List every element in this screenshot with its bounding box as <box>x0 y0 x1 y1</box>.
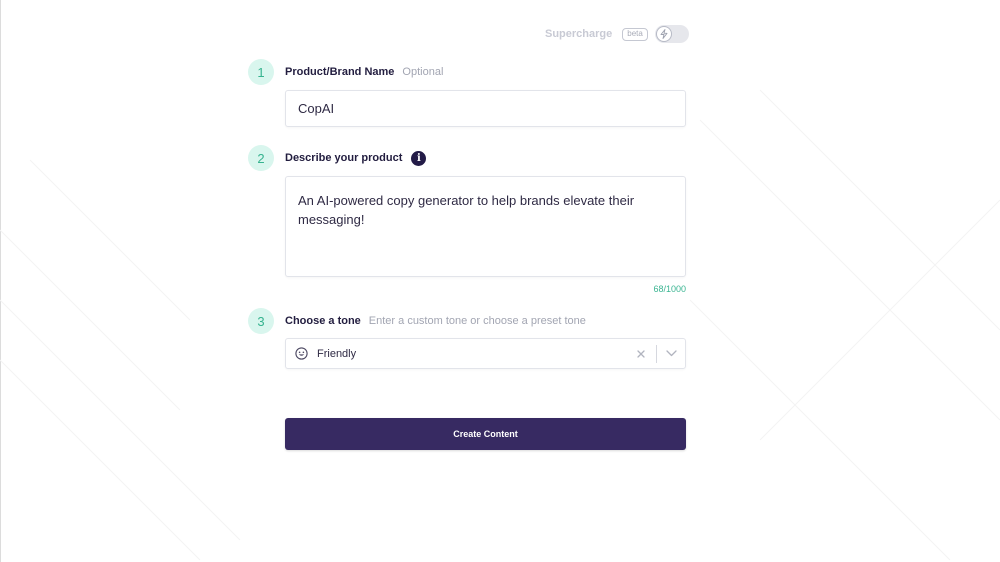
supercharge-toggle-group: Supercharge beta <box>545 24 689 44</box>
step-2-heading: Describe your product i <box>285 150 427 166</box>
character-count: 68/1000 <box>653 284 686 294</box>
left-divider <box>0 0 1 562</box>
product-name-input[interactable]: CopAI <box>285 90 686 127</box>
smiley-icon <box>295 347 308 360</box>
tone-value: Friendly <box>317 347 357 360</box>
choose-tone-hint: Enter a custom tone or choose a preset t… <box>368 315 586 327</box>
beta-badge: beta <box>622 27 648 41</box>
step-1-heading: Product/Brand Name Optional <box>285 65 443 79</box>
product-description-textarea[interactable]: An AI-powered copy generator to help bra… <box>285 176 686 277</box>
info-icon[interactable]: i <box>411 150 427 166</box>
step-3-number: 3 <box>248 308 274 334</box>
background-pattern <box>0 89 1000 561</box>
create-content-button[interactable]: Create Content <box>285 418 686 450</box>
product-name-hint: Optional <box>402 66 444 78</box>
clear-icon[interactable] <box>631 344 651 364</box>
tone-select[interactable]: Friendly <box>285 338 686 369</box>
supercharge-label: Supercharge <box>545 28 613 40</box>
product-name-label: Product/Brand Name <box>285 66 395 78</box>
supercharge-toggle[interactable] <box>654 25 689 43</box>
choose-tone-label: Choose a tone <box>285 315 361 327</box>
step-3-heading: Choose a tone Enter a custom tone or cho… <box>285 314 586 328</box>
step-1-number: 1 <box>248 59 274 85</box>
describe-product-label: Describe your product <box>285 152 403 164</box>
lightning-icon <box>655 26 672 42</box>
chevron-down-icon[interactable] <box>657 344 685 364</box>
product-description-value: An AI-powered copy generator to help bra… <box>298 193 635 227</box>
product-name-value: CopAI <box>298 101 335 116</box>
step-2-number: 2 <box>248 145 274 171</box>
